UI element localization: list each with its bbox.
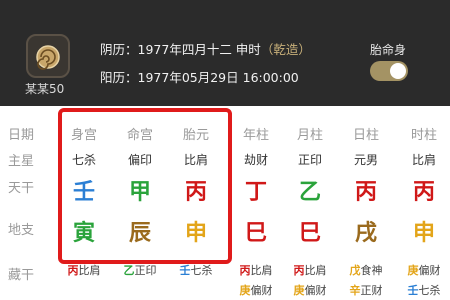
hidden-stem: 庚偏财 [228, 282, 284, 298]
lunar-value: 1977年四月十二 申时 [137, 42, 261, 57]
heavenly-stem: 丙 [412, 180, 435, 205]
hidden-stem-god: 偏财 [250, 284, 273, 297]
hidden-stem-char: 辛 [349, 284, 361, 297]
solar-label: 阳历： [100, 70, 138, 85]
hidden-stem-god: 偏财 [418, 264, 441, 277]
avatar[interactable] [26, 34, 70, 78]
hidden-stem-char: 丙 [239, 264, 251, 277]
hidden-stem-char: 壬 [179, 264, 191, 277]
hidden-stem-god: 七杀 [418, 284, 441, 297]
gender-note: （乾造） [260, 42, 311, 57]
row-label-hidden: 藏干 [8, 268, 35, 283]
row-label-date: 日期 [8, 128, 35, 143]
solar-date-line: 阳历：1977年05月29日 16:00:00 [100, 67, 299, 86]
column-header: 日柱 [352, 128, 379, 143]
hidden-stem-god: 比肩 [78, 264, 101, 277]
main-star: 正印 [297, 153, 322, 167]
hidden-stem: 乙正印 [112, 262, 168, 278]
hidden-stem-god: 食神 [360, 264, 383, 277]
profile-name: 某某50 [25, 82, 65, 96]
hidden-stem: 辛正财 [338, 282, 394, 298]
hidden-stem-char: 丙 [67, 264, 79, 277]
earthly-branch: 申 [412, 221, 435, 246]
hidden-stem: 壬七杀 [168, 262, 224, 278]
hidden-stem: 壬七杀 [396, 282, 450, 298]
main-star: 元男 [353, 153, 378, 167]
snail-logo-icon [36, 45, 60, 70]
earthly-branch: 巳 [298, 221, 321, 246]
hidden-stem-god: 比肩 [304, 264, 327, 277]
tai-ming-shen-toggle[interactable] [370, 61, 408, 81]
hidden-stem: 戊食神 [338, 262, 394, 278]
earthly-branch: 巳 [244, 221, 267, 246]
hidden-stem-char: 庚 [407, 264, 419, 277]
profile-header: 某某50 阴历：1977年四月十二 申时（乾造） 阳历：1977年05月29日 … [0, 0, 450, 106]
heavenly-stem: 丙 [354, 180, 377, 205]
column-header: 月柱 [296, 128, 323, 143]
hidden-stem-char: 庚 [239, 284, 251, 297]
hidden-stem: 丙比肩 [282, 262, 338, 278]
main-star: 劫财 [243, 153, 268, 167]
heavenly-stem: 乙 [298, 180, 321, 205]
earthly-branch: 戌 [354, 221, 377, 246]
hidden-stem: 丙比肩 [228, 262, 284, 278]
column-header: 年柱 [242, 128, 269, 143]
lunar-label: 阴历： [100, 42, 138, 57]
highlight-box [58, 108, 232, 264]
solar-value: 1977年05月29日 16:00:00 [137, 70, 299, 85]
column-header: 时柱 [410, 128, 437, 143]
toggle-label: 胎命身 [370, 43, 407, 57]
hidden-stem-char: 乙 [123, 264, 135, 277]
hidden-stem: 庚偏财 [282, 282, 338, 298]
hidden-stem-char: 壬 [407, 284, 419, 297]
hidden-stem-god: 七杀 [190, 264, 213, 277]
heavenly-stem: 丁 [244, 180, 267, 205]
row-label-branch: 地支 [8, 223, 35, 238]
hidden-stem-char: 戊 [349, 264, 361, 277]
row-label-star: 主星 [8, 154, 35, 169]
hidden-stem: 丙比肩 [56, 262, 112, 278]
hidden-stem-god: 正印 [134, 264, 157, 277]
main-star: 比肩 [411, 153, 436, 167]
row-label-stem: 天干 [8, 181, 35, 196]
hidden-stem: 庚偏财 [396, 262, 450, 278]
hidden-stem-char: 庚 [293, 284, 305, 297]
hidden-stem-char: 丙 [293, 264, 305, 277]
hidden-stem-god: 正财 [360, 284, 383, 297]
hidden-stem-god: 偏财 [304, 284, 327, 297]
hidden-stem-god: 比肩 [250, 264, 273, 277]
lunar-date-line: 阴历：1977年四月十二 申时（乾造） [100, 39, 311, 58]
toggle-knob [390, 63, 406, 79]
